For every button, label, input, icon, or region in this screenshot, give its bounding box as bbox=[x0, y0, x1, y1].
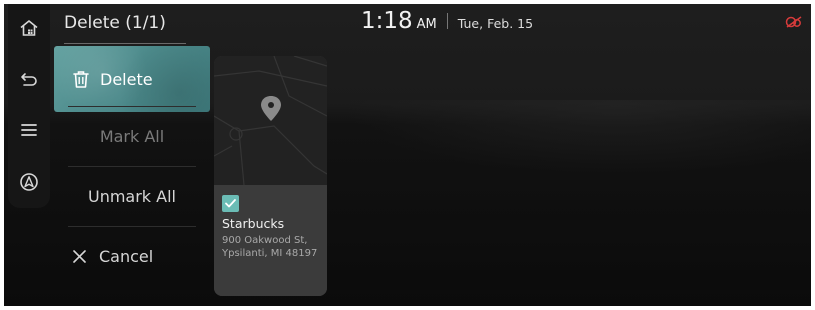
delete-label: Delete bbox=[100, 69, 153, 89]
place-name: Starbucks bbox=[222, 216, 285, 231]
clock-date: Tue, Feb. 15 bbox=[457, 16, 534, 31]
map-pin-icon bbox=[261, 96, 281, 121]
address-line-1: 900 Oakwood St, bbox=[222, 235, 308, 246]
cancel-label: Cancel bbox=[99, 246, 154, 266]
menu-button[interactable] bbox=[11, 112, 47, 148]
back-icon bbox=[21, 73, 37, 86]
home-button[interactable] bbox=[11, 10, 47, 46]
clock-ampm: AM bbox=[416, 17, 437, 32]
screen: Delete (1/1) 1:18 AM Tue, Feb. 15 Delete… bbox=[4, 4, 811, 306]
map-thumbnail bbox=[214, 56, 327, 186]
status-alert-icon bbox=[785, 16, 802, 28]
mark-all-button[interactable]: Mark All bbox=[54, 106, 210, 166]
clock-separator bbox=[446, 13, 448, 29]
trash-icon bbox=[73, 71, 89, 88]
place-address: 900 Oakwood St, Ypsilanti, MI 48197 bbox=[222, 234, 327, 260]
address-line-2: Ypsilanti, MI 48197 bbox=[222, 248, 318, 259]
navigation-button[interactable] bbox=[11, 164, 47, 200]
home-icon bbox=[20, 20, 38, 36]
clock-time: 1:18 bbox=[361, 8, 413, 34]
mark-all-label: Mark All bbox=[99, 126, 165, 146]
place-info: Starbucks 900 Oakwood St, Ypsilanti, MI … bbox=[214, 185, 327, 296]
unmark-all-button[interactable]: Unmark All bbox=[54, 166, 210, 226]
background-horizon bbox=[324, 100, 811, 180]
checkmark-icon bbox=[225, 199, 236, 208]
clock: 1:18 AM Tue, Feb. 15 bbox=[361, 8, 533, 34]
cancel-button[interactable]: Cancel bbox=[54, 226, 210, 286]
delete-button[interactable]: Delete bbox=[54, 46, 210, 112]
place-card[interactable]: Starbucks 900 Oakwood St, Ypsilanti, MI … bbox=[214, 56, 327, 296]
navigation-icon bbox=[20, 173, 38, 191]
menu-icon bbox=[21, 124, 37, 136]
select-checkbox[interactable] bbox=[222, 195, 239, 212]
back-button[interactable] bbox=[11, 61, 47, 97]
close-icon bbox=[73, 249, 86, 263]
delete-menu: Delete Mark All Unmark All Cancel bbox=[54, 46, 210, 286]
map-roads bbox=[214, 56, 327, 186]
side-rail bbox=[8, 4, 50, 208]
unmark-all-label: Unmark All bbox=[87, 186, 176, 206]
page-title: Delete (1/1) bbox=[64, 10, 186, 44]
